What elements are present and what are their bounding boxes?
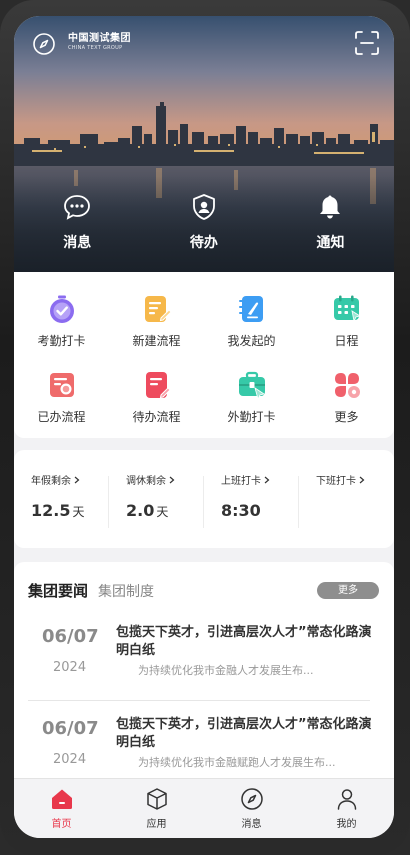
more-button[interactable]: 更多 — [317, 582, 379, 599]
hero-actions: 消息 待办 通知 — [14, 192, 394, 252]
attendance-stats: 年假剩余 12.5 天 调休剩余 2.0 天 上班打卡 8:30 下班打卡 — [14, 450, 394, 548]
more-petals-icon — [334, 373, 360, 398]
tab-home[interactable]: 首页 — [14, 779, 109, 838]
tab-messages[interactable]: 消息 — [204, 779, 299, 838]
news-desc: 为持续优化我市金融人才发展生布... — [138, 664, 314, 677]
compass-icon — [240, 788, 263, 810]
tab-mine[interactable]: 我的 — [299, 779, 394, 838]
hero-action-label: 待办 — [189, 235, 218, 251]
chevron-right-icon — [359, 476, 365, 483]
app-schedule[interactable]: 日程 — [299, 294, 394, 370]
stat-value: 8:30 — [221, 501, 261, 520]
company-name-en: CHINA TEXT GROUP — [68, 45, 123, 51]
app-label: 已办流程 — [37, 410, 86, 424]
calendar-icon — [333, 295, 361, 323]
news-title: 包揽天下英才，引进高层次人才”常态化路演明白纸 — [116, 717, 372, 750]
tab-apps[interactable]: 应用 — [109, 779, 204, 838]
app-attendance[interactable]: 考勤打卡 — [14, 294, 109, 370]
app-label: 日程 — [334, 334, 359, 348]
company-name-cn: 中国测试集团 — [68, 33, 131, 44]
app-label: 更多 — [334, 410, 359, 424]
news-desc: 为持续优化我市金融赋跑人才发展生布... — [138, 756, 336, 769]
app-my-initiated[interactable]: 我发起的 — [204, 294, 299, 370]
pending-document-icon — [145, 372, 171, 399]
tab-label: 消息 — [241, 819, 262, 830]
home-icon — [51, 789, 72, 809]
news-tabs: 集团要闻 集团制度 — [28, 580, 154, 601]
news-divider — [28, 700, 370, 701]
briefcase-icon — [238, 371, 265, 400]
app-new-process[interactable]: 新建流程 — [109, 294, 204, 370]
news-date: 06/07 — [42, 718, 99, 739]
stat-label: 上班打卡 — [221, 476, 261, 487]
app-screen: 中国测试集团 CHINA TEXT GROUP 消息 待办 通知 考勤打卡 新建… — [14, 16, 394, 838]
news-item[interactable]: 06/07 2024 包揽天下英才，引进高层次人才”常态化路演明白纸 为持续优化… — [28, 620, 380, 708]
scan-icon[interactable] — [354, 30, 380, 56]
hero-action-label: 消息 — [63, 235, 92, 251]
hero-banner: 中国测试集团 CHINA TEXT GROUP 消息 待办 通知 — [14, 16, 394, 272]
stat-comp-leave[interactable]: 调休剩余 2.0 天 — [109, 472, 204, 548]
stopwatch-check-icon — [49, 295, 74, 323]
app-label: 我发起的 — [227, 334, 276, 348]
app-field-attendance[interactable]: 外勤打卡 — [204, 370, 299, 446]
app-pending-process[interactable]: 待办流程 — [109, 370, 204, 446]
done-document-icon — [49, 373, 74, 397]
stat-unit: 天 — [72, 505, 85, 519]
stat-annual-leave[interactable]: 年假剩余 12.5 天 — [14, 472, 109, 548]
stat-value: 12.5 — [31, 501, 71, 520]
chat-bubble-icon — [64, 195, 91, 220]
news-title: 包揽天下英才，引进高层次人才”常态化路演明白纸 — [116, 625, 372, 658]
news-date: 06/07 — [42, 626, 99, 647]
compass-icon[interactable] — [32, 32, 56, 56]
tab-label: 应用 — [146, 819, 167, 830]
stat-clock-in[interactable]: 上班打卡 8:30 — [204, 472, 299, 548]
device-frame: 中国测试集团 CHINA TEXT GROUP 消息 待办 通知 考勤打卡 新建… — [0, 0, 410, 855]
stat-label: 调休剩余 — [126, 476, 166, 487]
app-done-process[interactable]: 已办流程 — [14, 370, 109, 446]
chevron-right-icon — [169, 476, 175, 483]
hero-action-notice[interactable]: 通知 — [267, 192, 394, 252]
company-logo: 中国测试集团 CHINA TEXT GROUP — [68, 33, 131, 52]
stat-label: 下班打卡 — [316, 476, 356, 487]
tab-label: 我的 — [336, 819, 357, 830]
stat-clock-out[interactable]: 下班打卡 — [299, 472, 394, 548]
chevron-right-icon — [74, 476, 80, 483]
app-more[interactable]: 更多 — [299, 370, 394, 446]
chevron-right-icon — [264, 476, 270, 483]
hero-action-messages[interactable]: 消息 — [14, 192, 141, 252]
user-icon — [337, 789, 356, 810]
cube-icon — [146, 788, 167, 810]
news-year: 2024 — [53, 660, 87, 675]
news-section: 集团要闻 集团制度 更多 06/07 2024 包揽天下英才，引进高层次人才”常… — [14, 562, 394, 786]
tab-group-news[interactable]: 集团要闻 — [28, 580, 88, 601]
tab-group-policy[interactable]: 集团制度 — [98, 581, 154, 601]
news-year: 2024 — [53, 752, 87, 767]
app-label: 待办流程 — [132, 410, 181, 424]
bell-icon — [320, 195, 341, 219]
hero-action-todo[interactable]: 待办 — [141, 192, 268, 252]
stat-value: 2.0 — [126, 501, 155, 520]
app-label: 外勤打卡 — [227, 410, 276, 424]
app-label: 考勤打卡 — [37, 334, 86, 348]
stat-unit: 天 — [156, 505, 169, 519]
tab-label: 首页 — [51, 819, 72, 830]
news-item[interactable]: 06/07 2024 包揽天下英才，引进高层次人才”常态化路演明白纸 为持续优化… — [28, 712, 380, 786]
hero-action-label: 通知 — [316, 235, 345, 251]
bottom-tab-bar: 首页 应用 消息 我的 — [14, 778, 394, 838]
stat-label: 年假剩余 — [31, 476, 71, 487]
shield-user-icon — [192, 194, 215, 220]
new-document-icon — [144, 296, 172, 322]
app-label: 新建流程 — [132, 334, 181, 348]
app-grid: 考勤打卡 新建流程 我发起的 日程 已办流程 待办流程 外勤打卡 更多 — [14, 272, 394, 438]
document-pen-icon — [238, 296, 263, 322]
